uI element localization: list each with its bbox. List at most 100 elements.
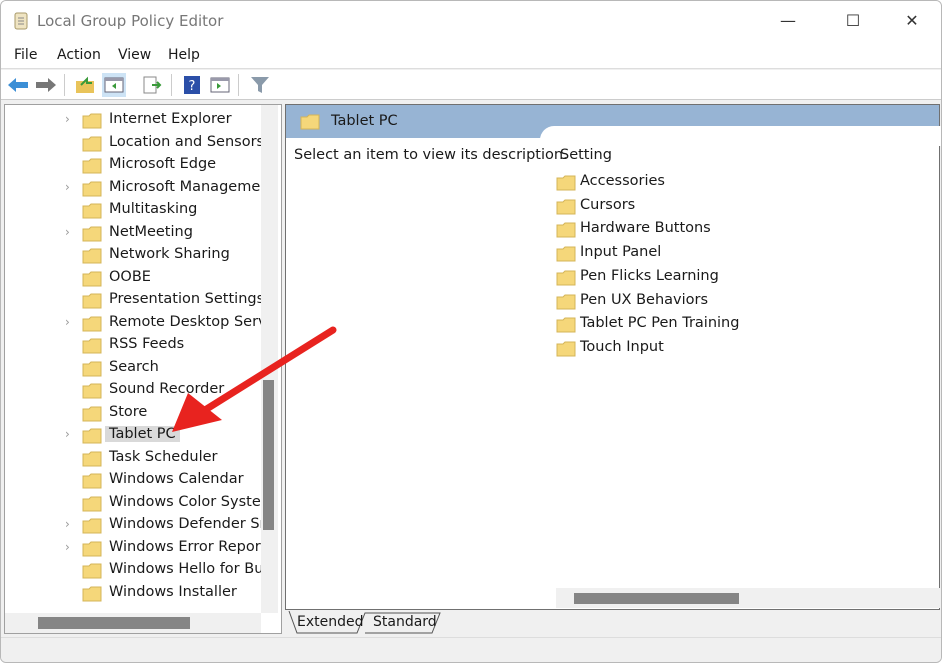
chevron-right-icon[interactable]: ›: [65, 112, 70, 126]
chevron-right-icon[interactable]: ›: [65, 180, 70, 194]
menu-file[interactable]: File: [14, 47, 37, 63]
tree-item-label: Store: [109, 403, 148, 420]
tree-item[interactable]: Sound Recorder: [5, 380, 261, 402]
chevron-right-icon[interactable]: ›: [65, 225, 70, 239]
folder-icon: [556, 317, 576, 333]
menu-help[interactable]: Help: [168, 47, 200, 63]
tree-item[interactable]: Multitasking: [5, 200, 261, 222]
window: Local Group Policy Editor — ☐ ✕ File Act…: [0, 0, 942, 663]
scrollbar-thumb[interactable]: [263, 380, 274, 530]
description-text: Select an item to view its description.: [294, 147, 568, 163]
show-hide-action-pane-button[interactable]: [208, 73, 232, 97]
details-horizontal-scrollbar[interactable]: [556, 588, 941, 608]
folder-icon: [82, 271, 102, 286]
chevron-right-icon[interactable]: ›: [65, 427, 70, 441]
help-button[interactable]: ?: [180, 73, 204, 97]
tree-item[interactable]: RSS Feeds: [5, 335, 261, 357]
folder-icon: [82, 113, 102, 129]
tree-item[interactable]: Windows Color System: [5, 493, 261, 515]
view-tabs: Extended Standard: [285, 611, 940, 634]
tree-item[interactable]: Microsoft Edge: [5, 155, 261, 177]
folder-icon: [82, 496, 102, 511]
tree-item-label: Microsoft Managemen: [109, 178, 261, 195]
filter-button[interactable]: [248, 73, 272, 97]
folder-icon: [82, 158, 102, 174]
tree-item[interactable]: › Internet Explorer: [5, 110, 261, 132]
chevron-right-icon[interactable]: ›: [65, 315, 70, 329]
folder-icon: [556, 341, 576, 357]
setting-item-label: Input Panel: [580, 244, 662, 261]
tree-item[interactable]: OOBE: [5, 268, 261, 290]
folder-icon: [82, 136, 102, 151]
toolbar-separator: [171, 74, 172, 96]
title-bar: Local Group Policy Editor — ☐ ✕: [1, 1, 941, 41]
tree-item[interactable]: › Remote Desktop Servic: [5, 313, 261, 335]
folder-icon: [82, 203, 102, 219]
scrollbar-thumb[interactable]: [574, 593, 739, 604]
scrollbar-thumb[interactable]: [38, 617, 190, 629]
tree-horizontal-scrollbar[interactable]: [5, 613, 261, 633]
folder-icon: [556, 222, 576, 238]
tree-item-label: Presentation Settings: [109, 291, 261, 307]
folder-icon: [556, 294, 576, 309]
folder-icon: [82, 383, 102, 399]
tree-item[interactable]: Presentation Settings: [5, 290, 261, 312]
tree-view: › Internet Explorer Location and Sensors Mi…: [5, 105, 261, 613]
tree-item[interactable]: Windows Installer: [5, 583, 261, 605]
tree-item[interactable]: Windows Hello for Bus: [5, 560, 261, 582]
settings-list-background: [540, 126, 941, 146]
menu-bar: File Action View Help: [1, 41, 941, 69]
tree-item[interactable]: › Microsoft Managemen: [5, 178, 261, 200]
forward-button[interactable]: [34, 73, 58, 97]
maximize-button[interactable]: ☐: [830, 7, 876, 35]
tree-item[interactable]: Network Sharing: [5, 245, 261, 267]
tree-vertical-scrollbar[interactable]: [261, 105, 278, 613]
tree-item-label: Windows Color System: [109, 493, 261, 510]
export-list-icon: [143, 76, 162, 94]
tree-item[interactable]: › Windows Error Reportir: [5, 538, 261, 560]
show-hide-action-pane-icon: [210, 77, 230, 93]
close-button[interactable]: ✕: [889, 7, 935, 35]
tab-extended[interactable]: Extended: [289, 611, 372, 633]
chevron-right-icon[interactable]: ›: [65, 517, 70, 531]
tree-item-label: Network Sharing: [109, 246, 230, 262]
setting-item-label: Pen Flicks Learning: [580, 267, 719, 284]
up-button[interactable]: [73, 73, 97, 97]
menu-action[interactable]: Action: [57, 47, 101, 63]
column-header-setting[interactable]: Setting: [560, 147, 612, 163]
chevron-right-icon[interactable]: ›: [65, 540, 70, 554]
setting-item-label: Tablet PC Pen Training: [580, 315, 740, 332]
tree-item-label: Sound Recorder: [109, 381, 225, 397]
up-folder-icon: [76, 76, 94, 93]
tree-item[interactable]: Store: [5, 403, 261, 425]
menu-view[interactable]: View: [118, 47, 151, 63]
tree-item-label: Remote Desktop Servic: [109, 313, 261, 330]
tree-item[interactable]: Search: [5, 358, 261, 380]
folder-icon: [556, 199, 576, 215]
folder-icon: [82, 586, 102, 601]
export-list-button[interactable]: [140, 73, 164, 97]
folder-icon: [300, 114, 320, 130]
folder-icon: [82, 293, 102, 309]
tree-item[interactable]: › Windows Defender Sm: [5, 515, 261, 537]
show-hide-tree-button[interactable]: [102, 73, 126, 97]
tree-item-label: Multitasking: [109, 201, 198, 217]
folder-icon: [82, 361, 102, 376]
tree-item[interactable]: › NetMeeting: [5, 223, 261, 245]
tree-item[interactable]: Windows Calendar: [5, 470, 261, 492]
tab-standard[interactable]: Standard: [365, 611, 445, 633]
setting-item-label: Accessories: [580, 173, 665, 189]
folder-icon: [82, 248, 102, 264]
tree-item[interactable]: Task Scheduler: [5, 448, 261, 470]
details-header-title: Tablet PC: [331, 113, 398, 129]
back-button[interactable]: [6, 73, 30, 97]
toolbar-separator: [64, 74, 65, 96]
folder-icon: [82, 406, 102, 421]
status-bar: [1, 637, 941, 662]
minimize-button[interactable]: —: [765, 7, 811, 35]
tree-item[interactable]: Location and Sensors: [5, 133, 261, 155]
tree-item-label: NetMeeting: [109, 223, 193, 240]
tree-item[interactable]: › Tablet PC: [5, 425, 261, 447]
folder-icon: [82, 181, 102, 196]
folder-icon: [82, 541, 102, 556]
